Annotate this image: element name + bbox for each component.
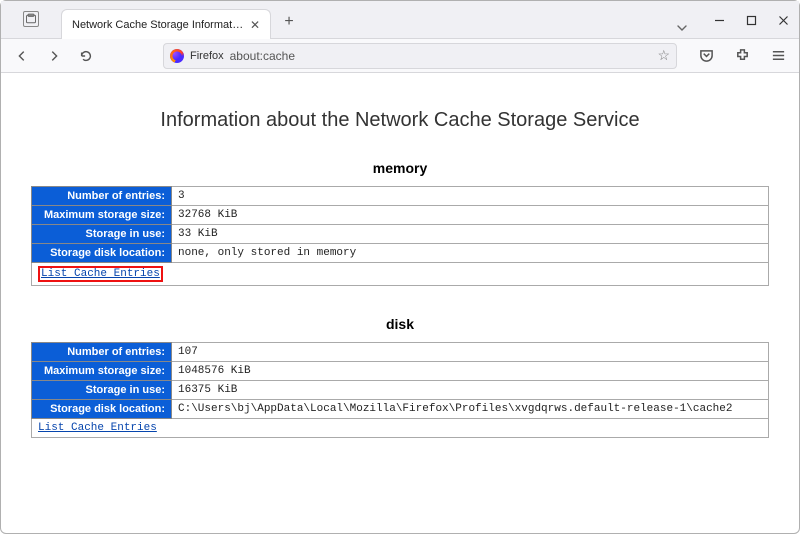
nav-back-button[interactable] [7, 41, 37, 71]
row-value-disk-location: C:\Users\bj\AppData\Local\Mozilla\Firefo… [172, 400, 769, 419]
window-close-button[interactable] [767, 6, 799, 34]
page-content: Information about the Network Cache Stor… [1, 73, 799, 535]
section-heading: memory [31, 160, 769, 176]
close-tab-icon[interactable]: ✕ [250, 18, 260, 32]
cache-table: Number of entries: 107 Maximum storage s… [31, 342, 769, 438]
row-label-disk-location: Storage disk location: [32, 244, 172, 263]
browser-toolbar: Firefox about:cache ☆ [1, 39, 799, 73]
list-cache-entries-link[interactable]: List Cache Entries [41, 268, 160, 280]
row-label-in-use: Storage in use: [32, 381, 172, 400]
window-titlebar: Network Cache Storage Information ✕ + [1, 1, 799, 39]
new-tab-button[interactable]: + [275, 8, 303, 36]
app-window-icon [23, 11, 39, 27]
window-controls [703, 6, 799, 34]
cache-table: Number of entries: 3 Maximum storage siz… [31, 186, 769, 286]
row-value-max-size: 1048576 KiB [172, 362, 769, 381]
save-to-pocket-button[interactable] [691, 41, 721, 71]
cache-section: disk Number of entries: 107 Maximum stor… [31, 316, 769, 438]
row-value-in-use: 33 KiB [172, 225, 769, 244]
nav-reload-button[interactable] [71, 41, 101, 71]
tabs-dropdown-button[interactable] [669, 22, 695, 34]
extensions-button[interactable] [727, 41, 757, 71]
url-text: about:cache [230, 49, 652, 63]
site-identity-label: Firefox [190, 50, 224, 62]
nav-forward-button[interactable] [39, 41, 69, 71]
list-cache-entries-link[interactable]: List Cache Entries [38, 422, 157, 434]
row-label-disk-location: Storage disk location: [32, 400, 172, 419]
row-value-num-entries: 3 [172, 187, 769, 206]
row-value-disk-location: none, only stored in memory [172, 244, 769, 263]
window-minimize-button[interactable] [703, 6, 735, 34]
row-value-num-entries: 107 [172, 343, 769, 362]
list-entries-cell: List Cache Entries [32, 419, 769, 438]
cache-section: memory Number of entries: 3 Maximum stor… [31, 160, 769, 286]
list-entries-cell: List Cache Entries [32, 263, 769, 286]
section-heading: disk [31, 316, 769, 332]
row-label-num-entries: Number of entries: [32, 343, 172, 362]
tab-title: Network Cache Storage Information [72, 19, 244, 31]
firefox-logo-icon [170, 49, 184, 63]
row-label-in-use: Storage in use: [32, 225, 172, 244]
row-label-max-size: Maximum storage size: [32, 206, 172, 225]
page-title: Information about the Network Cache Stor… [31, 109, 769, 132]
url-bar[interactable]: Firefox about:cache ☆ [163, 43, 677, 69]
bookmark-star-icon[interactable]: ☆ [657, 47, 670, 64]
row-value-max-size: 32768 KiB [172, 206, 769, 225]
browser-tab-active[interactable]: Network Cache Storage Information ✕ [61, 9, 271, 39]
tabbar-leading [1, 0, 61, 38]
row-label-num-entries: Number of entries: [32, 187, 172, 206]
window-maximize-button[interactable] [735, 6, 767, 34]
app-menu-button[interactable] [763, 41, 793, 71]
row-value-in-use: 16375 KiB [172, 381, 769, 400]
row-label-max-size: Maximum storage size: [32, 362, 172, 381]
